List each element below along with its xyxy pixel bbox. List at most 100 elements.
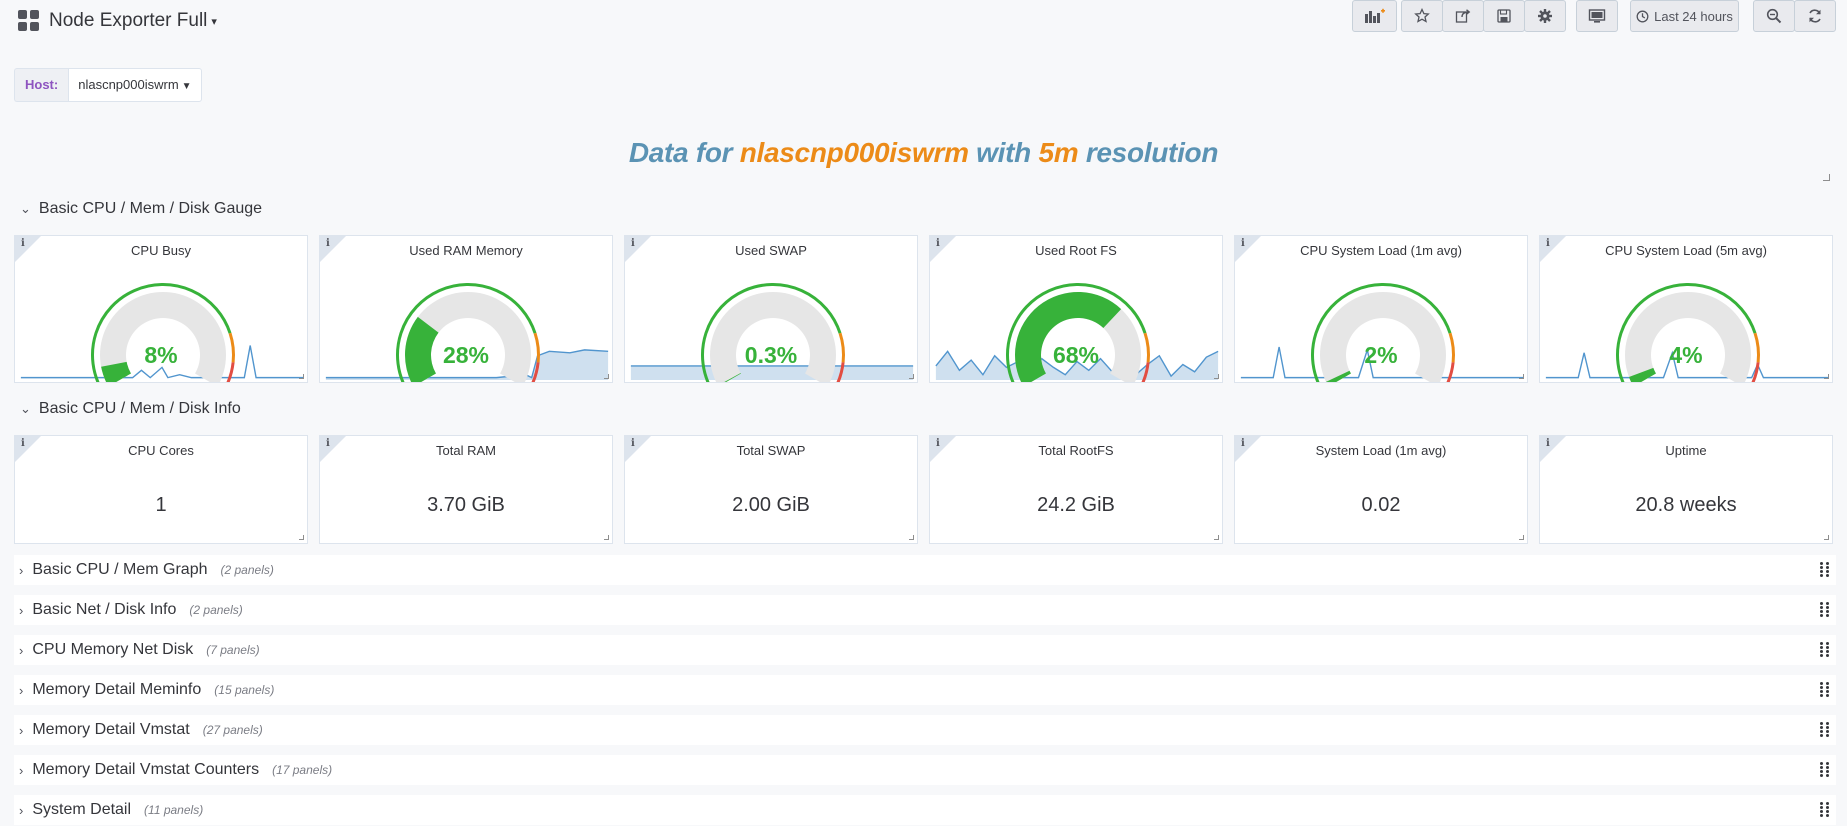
panel-title[interactable]: Uptime	[1540, 443, 1832, 458]
collapsed-row[interactable]: › Basic Net / Disk Info (2 panels)	[14, 595, 1836, 625]
row-title[interactable]: Basic CPU / Mem Graph	[32, 561, 207, 579]
zoom-out-button[interactable]	[1753, 0, 1795, 32]
settings-button[interactable]	[1524, 0, 1566, 32]
row-title[interactable]: CPU Memory Net Disk	[32, 641, 193, 659]
gauge-value: 68%	[1052, 342, 1100, 368]
collapsed-row[interactable]: › Memory Detail Vmstat Counters (17 pane…	[14, 755, 1836, 785]
collapsed-row[interactable]: › CPU Memory Net Disk (7 panels)	[14, 635, 1836, 665]
gauge-panel[interactable]: i CPU System Load (5m avg) 4%	[1539, 235, 1833, 383]
top-navbar: Node Exporter Full ▾ Last 24 hours	[0, 0, 1847, 44]
monitor-icon	[1588, 9, 1606, 23]
row-basic-info[interactable]: ⌄ Basic CPU / Mem / Disk Info	[20, 400, 241, 418]
resize-handle-icon[interactable]	[1824, 374, 1829, 379]
gear-icon	[1538, 9, 1552, 23]
drag-handle-icon[interactable]	[1820, 802, 1830, 818]
row-panel-count: (2 panels)	[220, 563, 274, 577]
row-title[interactable]: System Detail	[32, 801, 131, 819]
drag-handle-icon[interactable]	[1820, 602, 1830, 618]
clock-icon	[1636, 10, 1649, 22]
tv-mode-button[interactable]	[1576, 0, 1618, 32]
chevron-right-icon: ›	[19, 562, 24, 578]
host-variable-label: Host:	[14, 68, 69, 102]
stat-panel[interactable]: i System Load (1m avg) 0.02	[1234, 435, 1528, 544]
resize-handle-icon[interactable]	[909, 374, 914, 379]
panel-title[interactable]: Used SWAP	[625, 243, 917, 258]
resize-handle-icon[interactable]	[1824, 535, 1829, 540]
panel-title[interactable]: CPU System Load (5m avg)	[1540, 243, 1832, 258]
stat-panel[interactable]: i Total SWAP 2.00 GiB	[624, 435, 918, 544]
resize-handle-icon[interactable]	[1519, 374, 1524, 379]
headline-suffix: resolution	[1085, 137, 1219, 168]
resize-handle-icon[interactable]	[1823, 174, 1830, 181]
row-title[interactable]: Memory Detail Vmstat	[32, 721, 189, 739]
row-title[interactable]: Basic Net / Disk Info	[32, 601, 176, 619]
share-button[interactable]	[1442, 0, 1484, 32]
row-basic-gauge[interactable]: ⌄ Basic CPU / Mem / Disk Gauge	[20, 200, 262, 218]
stat-panel[interactable]: i Total RAM 3.70 GiB	[319, 435, 613, 544]
dashboard-title[interactable]: Node Exporter Full	[49, 10, 207, 32]
dashboard-picker[interactable]: Node Exporter Full ▾	[18, 10, 217, 32]
panel-title[interactable]: System Load (1m avg)	[1235, 443, 1527, 458]
stat-panel[interactable]: i Uptime 20.8 weeks	[1539, 435, 1833, 544]
gauge-panel[interactable]: i CPU System Load (1m avg) 2%	[1234, 235, 1528, 383]
drag-handle-icon[interactable]	[1820, 682, 1830, 698]
stat-panel[interactable]: i CPU Cores 1	[14, 435, 308, 544]
chevron-right-icon: ›	[19, 642, 24, 658]
resize-handle-icon[interactable]	[909, 535, 914, 540]
text-panel-headline: Data for nlascnp000iswrm with 5m resolut…	[0, 137, 1847, 169]
headline-resolution: 5m	[1038, 137, 1079, 168]
panel-title[interactable]: CPU Cores	[15, 443, 307, 458]
panel-title[interactable]: Used Root FS	[930, 243, 1222, 258]
star-button[interactable]	[1401, 0, 1443, 32]
panel-title[interactable]: CPU System Load (1m avg)	[1235, 243, 1527, 258]
resize-handle-icon[interactable]	[1519, 535, 1524, 540]
gauge-panel[interactable]: i Used Root FS 68%	[929, 235, 1223, 383]
gauge-panel[interactable]: i Used SWAP 0.3%	[624, 235, 918, 383]
panel-title[interactable]: Total RootFS	[930, 443, 1222, 458]
resize-handle-icon[interactable]	[604, 535, 609, 540]
gauge-panel[interactable]: i CPU Busy 8%	[14, 235, 308, 383]
resize-handle-icon[interactable]	[604, 374, 609, 379]
collapsed-row[interactable]: › Memory Detail Vmstat (27 panels)	[14, 715, 1836, 745]
chevron-right-icon: ›	[19, 802, 24, 818]
drag-handle-icon[interactable]	[1820, 722, 1830, 738]
zoom-out-icon	[1766, 8, 1782, 24]
gauge-value: 4%	[1669, 342, 1703, 368]
add-panel-icon	[1364, 8, 1385, 23]
row-panel-count: (7 panels)	[206, 643, 260, 657]
resize-handle-icon[interactable]	[1214, 374, 1219, 379]
save-icon	[1497, 9, 1511, 23]
refresh-button[interactable]	[1794, 0, 1836, 32]
save-button[interactable]	[1483, 0, 1525, 32]
row-panel-count: (11 panels)	[144, 803, 204, 817]
star-icon	[1414, 8, 1430, 23]
share-icon	[1455, 9, 1471, 23]
drag-handle-icon[interactable]	[1820, 642, 1830, 658]
stat-panel[interactable]: i Total RootFS 24.2 GiB	[929, 435, 1223, 544]
gauge-panel[interactable]: i Used RAM Memory 28%	[319, 235, 613, 383]
drag-handle-icon[interactable]	[1820, 762, 1830, 778]
stat-value: 2.00 GiB	[732, 494, 810, 516]
resize-handle-icon[interactable]	[1214, 535, 1219, 540]
panel-title[interactable]: CPU Busy	[15, 243, 307, 258]
resize-handle-icon[interactable]	[299, 374, 304, 379]
dashboard-grid-icon	[18, 10, 40, 32]
collapsed-row[interactable]: › System Detail (11 panels)	[14, 795, 1836, 825]
collapsed-row[interactable]: › Basic CPU / Mem Graph (2 panels)	[14, 555, 1836, 585]
host-variable-select[interactable]: nlascnp000iswrm ▼	[68, 68, 202, 102]
add-panel-button[interactable]	[1352, 0, 1397, 32]
host-variable-value: nlascnp000iswrm	[78, 77, 179, 92]
panel-title[interactable]: Total RAM	[320, 443, 612, 458]
time-picker-button[interactable]: Last 24 hours	[1630, 0, 1739, 32]
resize-handle-icon[interactable]	[299, 535, 304, 540]
drag-handle-icon[interactable]	[1820, 562, 1830, 578]
stat-value: 0.02	[1361, 494, 1401, 516]
chevron-right-icon: ›	[19, 762, 24, 778]
row-title[interactable]: Memory Detail Vmstat Counters	[32, 761, 259, 779]
stat-value: 3.70 GiB	[427, 494, 505, 516]
row-title[interactable]: Memory Detail Meminfo	[32, 681, 201, 699]
panel-title[interactable]: Total SWAP	[625, 443, 917, 458]
collapsed-row[interactable]: › Memory Detail Meminfo (15 panels)	[14, 675, 1836, 705]
panel-title[interactable]: Used RAM Memory	[320, 243, 612, 258]
row-title: Basic CPU / Mem / Disk Gauge	[38, 200, 263, 217]
